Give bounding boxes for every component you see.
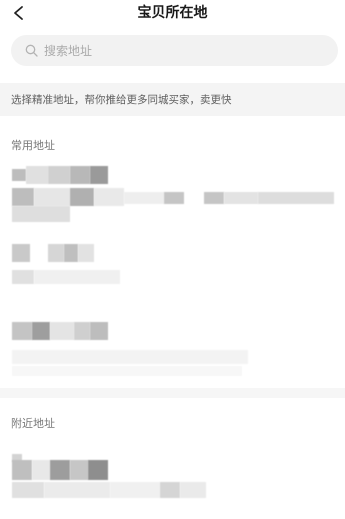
top-bar: 宝贝所在地: [0, 0, 345, 28]
tip-banner: 选择精准地址，帮你推给更多同城买家，卖更快: [0, 83, 345, 116]
obscured-block: [12, 366, 242, 376]
obscured-block: [64, 244, 78, 262]
obscured-block: [90, 166, 108, 184]
obscured-block: [110, 482, 160, 498]
obscured-block: [12, 350, 248, 364]
obscured-block: [12, 244, 30, 262]
obscured-block: [180, 482, 206, 498]
obscured-block: [164, 192, 184, 204]
address-item[interactable]: [0, 244, 345, 292]
obscured-block: [160, 482, 180, 498]
address-item[interactable]: [0, 166, 345, 228]
obscured-block: [204, 192, 224, 204]
obscured-block: [224, 192, 258, 204]
obscured-block: [12, 270, 34, 284]
section-title-nearby: 附近地址: [11, 417, 55, 430]
obscured-block: [88, 460, 108, 480]
obscured-block: [12, 482, 44, 498]
obscured-block: [44, 482, 110, 498]
obscured-block: [94, 188, 124, 206]
obscured-block: [70, 188, 94, 206]
obscured-block: [12, 322, 32, 340]
obscured-block: [90, 322, 108, 340]
obscured-block: [74, 322, 90, 340]
obscured-block: [32, 322, 50, 340]
search-input[interactable]: [44, 43, 284, 58]
obscured-block: [50, 322, 74, 340]
obscured-block: [78, 244, 94, 262]
obscured-block: [258, 192, 334, 204]
obscured-block: [26, 166, 48, 184]
obscured-block: [50, 460, 70, 480]
obscured-block: [34, 188, 70, 206]
obscured-block: [48, 244, 64, 262]
obscured-block: [12, 206, 70, 222]
obscured-block: [32, 460, 50, 480]
address-item[interactable]: [0, 320, 345, 378]
page-title: 宝贝所在地: [137, 5, 208, 21]
obscured-block: [70, 460, 88, 480]
obscured-block: [124, 192, 164, 204]
section-divider: [0, 388, 345, 398]
obscured-block: [12, 188, 34, 206]
tip-text: 选择精准地址，帮你推给更多同城买家，卖更快: [11, 94, 232, 106]
section-title-common: 常用地址: [11, 139, 55, 152]
obscured-block: [34, 270, 120, 284]
obscured-block: [70, 166, 90, 184]
address-item[interactable]: [0, 452, 345, 512]
obscured-block: [48, 166, 70, 184]
search-icon: [25, 44, 39, 58]
obscured-block: [12, 460, 32, 480]
search-bar[interactable]: [11, 35, 338, 66]
obscured-block: [12, 169, 26, 181]
